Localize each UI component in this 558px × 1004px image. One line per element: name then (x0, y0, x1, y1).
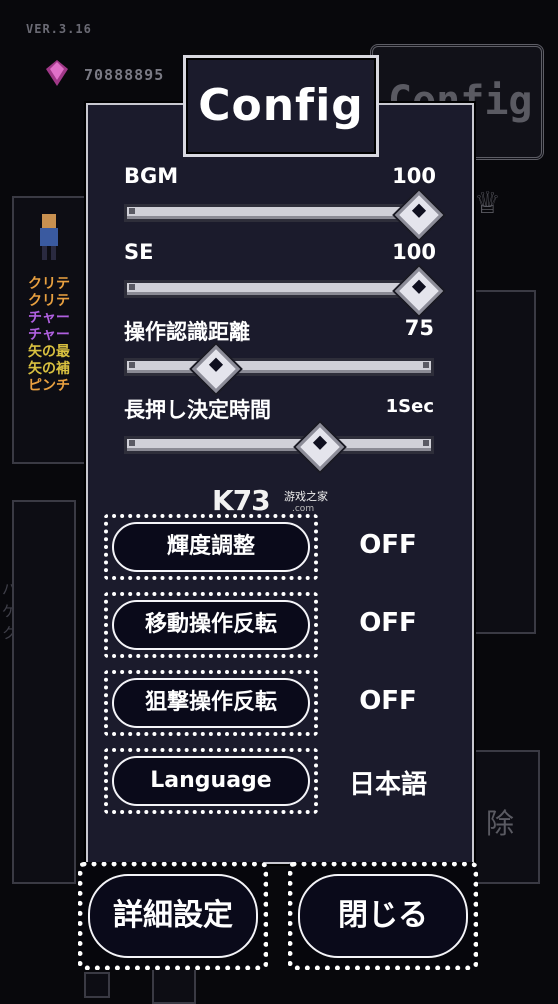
stat-line: 矢の最 (28, 344, 70, 360)
gem-icon (46, 60, 68, 86)
brightness-state: OFF (359, 530, 417, 560)
bgm-value: 100 (392, 164, 436, 188)
bgm-label: BGM (124, 164, 179, 188)
release-label: 除 (486, 807, 515, 840)
long-press-label: 長押し決定時間 (124, 398, 271, 422)
se-slider[interactable] (124, 280, 434, 298)
watermark-tagline: 游戏之家 (284, 490, 328, 503)
watermark-logo: K73 (212, 484, 271, 517)
long-press-slider[interactable] (124, 436, 434, 454)
close-button[interactable]: 閉じる (288, 862, 478, 970)
crown-icon: ♕ (474, 186, 501, 221)
move-invert-state: OFF (359, 608, 417, 638)
watermark: K73 游戏之家 .com (212, 484, 328, 517)
right-panel (472, 290, 536, 634)
stat-line: ピンチ (28, 378, 70, 394)
advanced-settings-button[interactable]: 詳細設定 (78, 862, 268, 970)
aim-invert-state: OFF (359, 686, 417, 716)
stat-line: チャー (28, 310, 70, 326)
move-invert-button[interactable]: 移動操作反転 (104, 592, 318, 658)
long-press-value: 1Sec (385, 396, 434, 417)
brightness-button-label: 輝度調整 (166, 534, 255, 559)
stat-line: クリテ (28, 293, 70, 309)
bgm-slider[interactable] (124, 204, 434, 222)
language-state: 日本語 (348, 770, 427, 800)
version-label: VER.3.16 (26, 22, 92, 36)
coin-counter: 70888895 (84, 66, 165, 84)
stat-line: クリテ (28, 276, 70, 292)
advanced-settings-label: 詳細設定 (113, 898, 233, 933)
dialog-title: Config (198, 80, 364, 131)
language-button[interactable]: Language (104, 748, 318, 814)
character-icon (40, 214, 58, 260)
bottom-slot-small (84, 972, 110, 998)
left-lower-panel (12, 500, 76, 884)
stat-line: チャー (28, 327, 70, 343)
touch-distance-label: 操作認識距離 (124, 320, 250, 344)
move-invert-button-label: 移動操作反転 (144, 612, 277, 637)
stat-line: 矢の補 (28, 361, 70, 377)
aim-invert-button-label: 狙撃操作反転 (144, 690, 277, 715)
dialog-title-box: Config (183, 55, 379, 157)
aim-invert-button[interactable]: 狙撃操作反転 (104, 670, 318, 736)
stat-list: クリテ クリテ チャー チャー 矢の最 矢の補 ピンチ (28, 276, 70, 395)
se-value: 100 (392, 240, 436, 264)
touch-distance-slider[interactable] (124, 358, 434, 376)
close-button-label: 閉じる (338, 898, 428, 933)
watermark-url: .com (292, 504, 315, 514)
brightness-button[interactable]: 輝度調整 (104, 514, 318, 580)
se-label: SE (124, 240, 154, 264)
language-button-label: Language (150, 768, 272, 793)
touch-distance-value: 75 (404, 316, 434, 340)
